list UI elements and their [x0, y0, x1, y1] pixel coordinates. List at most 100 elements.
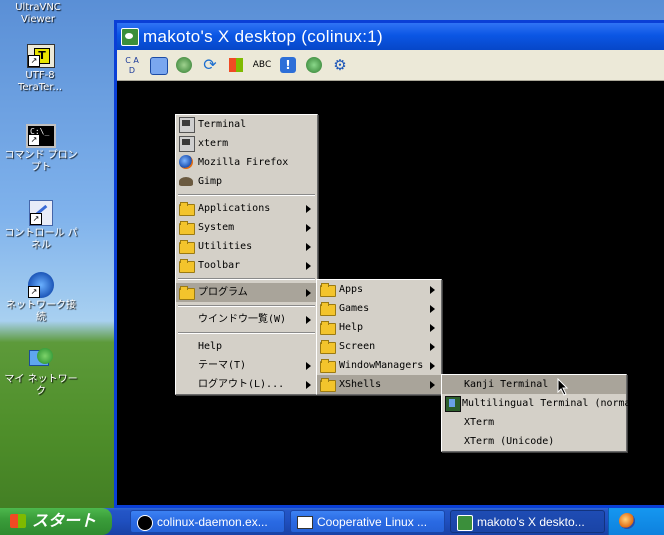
task-vnc-viewer[interactable]: makoto's X deskto... — [450, 510, 605, 533]
folder-icon — [179, 240, 195, 254]
menu-item-label: XTerm (Unicode) — [464, 436, 555, 447]
refresh-icon[interactable] — [173, 54, 195, 76]
menu-item-label: Help — [339, 322, 364, 333]
submenu-arrow-icon — [430, 286, 435, 294]
network-connections-icon: ↗ — [28, 272, 54, 298]
desktop-icon-network-connections[interactable]: ↗ ネットワーク接続 — [0, 272, 82, 324]
menu-item-terminal[interactable]: Terminal — [176, 115, 317, 134]
menu-item-label: Mozilla Firefox — [198, 157, 289, 168]
desktop-icon-label: UltraVNC Viewer — [15, 2, 61, 25]
xshells-submenu: Kanji Terminal Multilingual Terminal (no… — [441, 374, 643, 452]
desktop-icon-teraterm[interactable]: T ↗ UTF-8 TeraTer... — [0, 44, 82, 94]
menu-item-apps[interactable]: Apps — [317, 280, 441, 299]
menu-item-label: テーマ(T) — [198, 360, 247, 371]
fullscreen-icon[interactable] — [147, 54, 169, 76]
menu-item-label: Terminal — [198, 119, 247, 130]
desktop-icon-label: コマンド プロンプト — [4, 150, 78, 173]
desktop-icon-label: コントロール パネル — [4, 228, 78, 251]
menu-item-xshells[interactable]: XShells — [317, 375, 441, 394]
menu-item-utilities[interactable]: Utilities — [176, 237, 317, 256]
teraterm-icon: T ↗ — [27, 44, 55, 68]
menu-item-programs[interactable]: プログラム — [176, 283, 317, 302]
menu-item-games[interactable]: Games — [317, 299, 441, 318]
menu-item-toolbar[interactable]: Toolbar — [176, 256, 317, 275]
folder-icon — [179, 286, 195, 300]
menu-item-logout[interactable]: ログアウト(L)... — [176, 375, 317, 394]
firefox-icon — [179, 155, 193, 169]
text-chat-icon[interactable]: ABC — [251, 54, 273, 76]
colinux-daemon-icon — [137, 515, 153, 531]
submenu-arrow-icon — [430, 381, 435, 389]
start-label: スタート — [32, 513, 97, 530]
menu-item-xterm-unicode[interactable]: XTerm (Unicode) — [442, 432, 626, 451]
menu-item-multilingual-terminal[interactable]: Multilingual Terminal (normal) — [442, 394, 643, 413]
desktop-icon-command-prompt[interactable]: C:\_ ↗ コマンド プロンプト — [0, 124, 82, 174]
shortcut-arrow-icon: ↗ — [28, 55, 40, 67]
send-ctrl-alt-del-icon[interactable]: C A D — [121, 54, 143, 76]
desktop-icon-control-panel[interactable]: ↗ コントロール パネル — [0, 200, 82, 252]
menu-item-help[interactable]: Help — [176, 337, 317, 356]
menu-item-label: xterm — [198, 138, 229, 149]
window-titlebar[interactable]: makoto's X desktop (colinux:1) — [117, 23, 664, 50]
menu-item-label: XTerm — [464, 417, 495, 428]
folder-icon — [320, 283, 336, 297]
menu-item-applications[interactable]: Applications — [176, 199, 317, 218]
desktop-icon-my-network[interactable]: マイ ネットワーク — [0, 346, 82, 398]
submenu-arrow-icon — [306, 205, 311, 213]
menu-separator — [178, 332, 315, 334]
shortcut-arrow-icon: ↗ — [30, 213, 42, 225]
options-icon[interactable]: ⚙ — [329, 54, 351, 76]
submenu-arrow-icon — [306, 362, 311, 370]
submenu-arrow-icon — [306, 316, 311, 324]
firefox-quick-launch-icon[interactable] — [619, 513, 635, 529]
menu-item-gimp[interactable]: Gimp — [176, 172, 317, 191]
task-label: Cooperative Linux ... — [317, 515, 428, 529]
folder-icon — [320, 302, 336, 316]
menu-item-label: Kanji Terminal — [464, 379, 549, 390]
command-prompt-icon: C:\_ ↗ — [26, 124, 56, 148]
my-network-icon — [27, 346, 55, 372]
submenu-arrow-icon — [306, 243, 311, 251]
task-cooperative-linux[interactable]: Cooperative Linux ... — [290, 510, 445, 533]
menu-separator — [178, 194, 315, 196]
folder-icon — [320, 321, 336, 335]
menu-item-label: ログアウト(L)... — [198, 379, 285, 390]
start-button[interactable]: スタート — [0, 508, 112, 535]
task-colinux-daemon[interactable]: colinux-daemon.ex... — [130, 510, 285, 533]
menu-item-label: Screen — [339, 341, 376, 352]
menu-item-xterm[interactable]: xterm — [176, 134, 317, 153]
submenu-arrow-icon — [306, 381, 311, 389]
vnc-eye-icon — [121, 28, 139, 46]
menu-item-firefox[interactable]: Mozilla Firefox — [176, 153, 317, 172]
close-connection-icon[interactable] — [303, 54, 325, 76]
menu-separator — [178, 305, 315, 307]
menu-item-xterm-sub[interactable]: XTerm — [442, 413, 626, 432]
swap-icon[interactable]: ⟳ — [199, 54, 221, 76]
menu-item-label: Help — [198, 341, 223, 352]
file-transfer-icon[interactable]: ! — [277, 54, 299, 76]
menu-item-label: System — [198, 222, 235, 233]
menu-item-kanji-terminal[interactable]: Kanji Terminal — [442, 375, 626, 394]
folder-icon — [320, 378, 336, 392]
menu-item-label: Apps — [339, 284, 364, 295]
menu-item-label: プログラム — [198, 287, 248, 298]
cooperative-linux-icon — [297, 516, 313, 529]
submenu-arrow-icon — [306, 262, 311, 270]
menu-item-label: Multilingual Terminal (normal) — [462, 398, 643, 409]
menu-item-system[interactable]: System — [176, 218, 317, 237]
menu-item-windowmanagers[interactable]: WindowManagers — [317, 356, 441, 375]
mouse-cursor-icon — [557, 378, 569, 396]
quick-launch-tray — [608, 508, 664, 535]
menu-item-window-list[interactable]: ウインドウ一覧(W) — [176, 310, 317, 329]
windows-key-icon[interactable] — [225, 54, 247, 76]
vnc-viewer-icon — [457, 515, 473, 531]
desktop-icon-label: UTF-8 TeraTer... — [17, 70, 63, 93]
shortcut-arrow-icon: ↗ — [28, 286, 40, 298]
programs-submenu: Apps Games Help Screen WindowManagers XS… — [316, 279, 442, 395]
menu-item-theme[interactable]: テーマ(T) — [176, 356, 317, 375]
desktop-icon-ultravnc[interactable]: UltraVNC Viewer — [0, 2, 82, 26]
menu-item-screen[interactable]: Screen — [317, 337, 441, 356]
folder-icon — [179, 202, 195, 216]
menu-item-help-sub[interactable]: Help — [317, 318, 441, 337]
task-label: makoto's X deskto... — [477, 515, 585, 529]
